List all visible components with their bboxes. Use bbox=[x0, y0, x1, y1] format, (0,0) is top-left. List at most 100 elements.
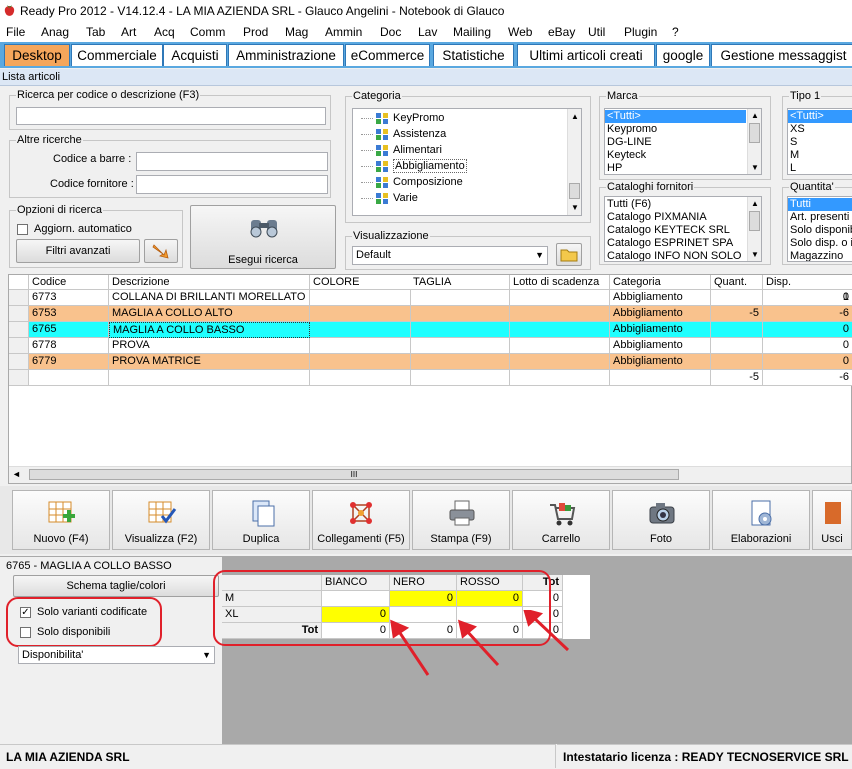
table-row[interactable]: 6778 PROVA Abbigliamento 0 bbox=[9, 338, 852, 354]
tab-acquisti[interactable]: Acquisti bbox=[163, 44, 227, 66]
category-tree[interactable]: ▲ ▼ KeyPromo Assistenza Alimentari Abbiglia… bbox=[352, 108, 582, 216]
list-item[interactable]: Keyteck bbox=[605, 149, 746, 162]
menu-q[interactable]: ? bbox=[672, 25, 679, 39]
list-item[interactable]: <Tutti> bbox=[605, 110, 746, 123]
brand-list[interactable]: <Tutti> Keypromo DG-LINE Keyteck HP ▲ ▼ bbox=[604, 108, 762, 175]
toolbar-button-process[interactable]: Elaborazioni bbox=[712, 490, 810, 550]
list-item[interactable]: Solo disp. o in bbox=[788, 237, 852, 250]
open-folder-button[interactable] bbox=[556, 243, 582, 266]
row-selector[interactable] bbox=[9, 338, 29, 354]
column-header[interactable]: Descrizione bbox=[109, 275, 310, 290]
advanced-filters-button[interactable]: Filtri avanzati bbox=[16, 239, 140, 263]
scroll-thumb[interactable] bbox=[749, 211, 760, 231]
row-selector[interactable] bbox=[9, 290, 29, 306]
column-header[interactable]: TAGLIA bbox=[410, 275, 510, 290]
category-item[interactable]: Alimentari bbox=[393, 144, 442, 156]
code-description-search-input[interactable] bbox=[16, 107, 326, 125]
supplier-catalogs-list[interactable]: Tutti (F6) Catalogo PIXMANIA Catalogo KEYT… bbox=[604, 196, 762, 262]
auto-update-checkbox[interactable] bbox=[17, 224, 28, 235]
row-selector[interactable] bbox=[9, 306, 29, 322]
list-item[interactable]: Catalogo PIXMANIA bbox=[605, 211, 746, 224]
articles-grid[interactable]: Codice Descrizione COLORE TAGLIA Lotto di sc… bbox=[8, 274, 852, 484]
row-selector[interactable] bbox=[9, 354, 29, 370]
menu-doc[interactable]: Doc bbox=[380, 25, 401, 39]
tab-desktop[interactable]: Desktop bbox=[4, 44, 70, 66]
category-item[interactable]: Assistenza bbox=[393, 128, 446, 140]
column-header[interactable]: Quant. bbox=[711, 275, 763, 290]
table-row[interactable]: -5 -6 bbox=[9, 370, 852, 386]
list-item[interactable]: DG-LINE bbox=[605, 136, 746, 149]
table-row[interactable]: 6773 COLLANA DI BRILLANTI MORELLATO Abbigl… bbox=[9, 290, 852, 306]
menu-lav[interactable]: Lav bbox=[418, 25, 437, 39]
menu-plugin[interactable]: Plugin bbox=[624, 25, 657, 39]
list-scrollbar[interactable]: ▲ ▼ bbox=[747, 197, 761, 261]
quantity-list[interactable]: Tutti Art. presenti a Solo disponibi Solo d… bbox=[787, 196, 852, 262]
tab-ecommerce[interactable]: eCommerce bbox=[345, 44, 430, 66]
scroll-down-arrow-icon[interactable]: ▼ bbox=[751, 163, 759, 172]
list-item[interactable]: Catalogo ESPRINET SPA bbox=[605, 237, 746, 250]
toolbar-button-cart[interactable]: Carrello bbox=[512, 490, 610, 550]
list-item[interactable]: L bbox=[788, 162, 852, 174]
toolbar-button-new[interactable]: Nuovo (F4) bbox=[12, 490, 110, 550]
list-item[interactable]: M bbox=[788, 149, 852, 162]
column-header[interactable]: Categoria bbox=[610, 275, 711, 290]
tab-amministrazione[interactable]: Amministrazione bbox=[228, 44, 344, 66]
scroll-up-arrow-icon[interactable]: ▲ bbox=[751, 111, 759, 120]
category-item[interactable]: KeyPromo bbox=[393, 112, 444, 124]
availability-select[interactable]: Disponibilita' ▼ bbox=[18, 646, 215, 664]
menu-file[interactable]: File bbox=[6, 25, 25, 39]
category-scrollbar[interactable]: ▲ ▼ bbox=[567, 109, 581, 215]
menu-web[interactable]: Web bbox=[508, 25, 532, 39]
list-item[interactable]: S bbox=[788, 136, 852, 149]
tab-gestione-messaggist[interactable]: Gestione messaggist bbox=[711, 44, 852, 66]
column-header[interactable]: Codice bbox=[29, 275, 109, 290]
row-selector[interactable] bbox=[9, 370, 29, 386]
tab-statistiche[interactable]: Statistiche bbox=[433, 44, 514, 66]
toolbar-button-exit[interactable]: Usci bbox=[812, 490, 852, 550]
toolbar-button-printer[interactable]: Stampa (F9) bbox=[412, 490, 510, 550]
list-item[interactable]: Tutti (F6) bbox=[605, 198, 746, 211]
category-scroll-thumb[interactable] bbox=[569, 183, 580, 199]
supplier-code-input[interactable] bbox=[136, 175, 328, 194]
column-header[interactable]: Lotto di scadenza bbox=[510, 275, 610, 290]
horizontal-scroll-thumb[interactable]: III bbox=[29, 469, 679, 480]
tab-ultimi-articoli-creati[interactable]: Ultimi articoli creati bbox=[517, 44, 655, 66]
view-select[interactable]: Default ▼ bbox=[352, 246, 548, 265]
barcode-input[interactable] bbox=[136, 152, 328, 171]
list-scrollbar[interactable]: ▲ ▼ bbox=[747, 109, 761, 174]
list-item[interactable]: Magazzino bbox=[788, 250, 852, 261]
menu-acq[interactable]: Acq bbox=[154, 25, 175, 39]
menu-mailing[interactable]: Mailing bbox=[453, 25, 491, 39]
table-row[interactable]: 6753 MAGLIA A COLLO ALTO Abbigliamento -5 -6 bbox=[9, 306, 852, 322]
category-item[interactable]: Varie bbox=[393, 192, 418, 204]
list-item[interactable]: Solo disponibi bbox=[788, 224, 852, 237]
scroll-down-arrow-icon[interactable]: ▼ bbox=[571, 203, 579, 212]
tab-google[interactable]: google bbox=[656, 44, 710, 66]
menu-comm[interactable]: Comm bbox=[190, 25, 225, 39]
list-item[interactable]: Catalogo INFO NON SOLO bbox=[605, 250, 746, 261]
list-item[interactable]: HP bbox=[605, 162, 746, 174]
category-item[interactable]: Abbigliamento bbox=[393, 159, 467, 173]
toolbar-button-camera[interactable]: Foto bbox=[612, 490, 710, 550]
table-row[interactable]: 6779 PROVA MATRICE Abbigliamento 0 bbox=[9, 354, 852, 370]
menu-prod[interactable]: Prod bbox=[243, 25, 268, 39]
row-selector[interactable] bbox=[9, 322, 29, 338]
menu-tab[interactable]: Tab bbox=[86, 25, 105, 39]
list-item[interactable]: <Tutti> bbox=[788, 110, 852, 123]
category-item[interactable]: Composizione bbox=[393, 176, 463, 188]
filter-arrow-button[interactable] bbox=[144, 239, 178, 263]
scroll-up-arrow-icon[interactable]: ▲ bbox=[751, 199, 759, 208]
size-color-schema-button[interactable]: Schema taglie/colori bbox=[13, 575, 219, 597]
table-row[interactable]: 6765 MAGLIA A COLLO BASSO Abbigliamento 0 bbox=[9, 322, 852, 338]
column-header[interactable]: Disp. bbox=[763, 275, 852, 290]
tab-commerciale[interactable]: Commerciale bbox=[71, 44, 163, 66]
list-item[interactable]: Keypromo bbox=[605, 123, 746, 136]
list-item[interactable]: Tutti bbox=[788, 198, 852, 211]
list-item[interactable]: XS bbox=[788, 123, 852, 136]
column-header[interactable] bbox=[9, 275, 29, 290]
menu-anag[interactable]: Anag bbox=[41, 25, 69, 39]
toolbar-button-links[interactable]: Collegamenti (F5) bbox=[312, 490, 410, 550]
menu-art[interactable]: Art bbox=[121, 25, 136, 39]
menu-ammin[interactable]: Ammin bbox=[325, 25, 362, 39]
menu-mag[interactable]: Mag bbox=[285, 25, 308, 39]
